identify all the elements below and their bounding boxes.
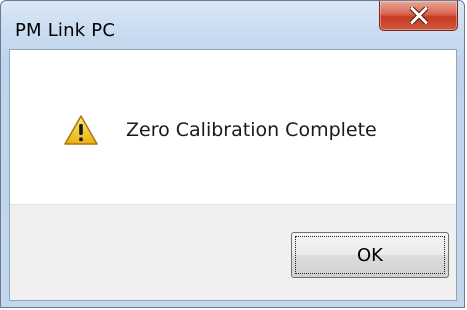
window-title: PM Link PC — [15, 20, 116, 41]
button-area: OK — [10, 204, 456, 300]
close-icon — [410, 7, 428, 24]
ok-button[interactable]: OK — [291, 232, 449, 278]
message-box-window: PM Link PC Zero Calibration Complete OK — [0, 0, 465, 308]
title-bar[interactable]: PM Link PC — [1, 1, 464, 49]
dialog-client-area: Zero Calibration Complete OK — [9, 49, 457, 301]
warning-icon — [64, 115, 98, 145]
ok-button-label: OK — [357, 244, 383, 266]
close-button[interactable] — [379, 1, 458, 31]
message-area: Zero Calibration Complete — [10, 50, 456, 204]
message-text: Zero Calibration Complete — [126, 119, 377, 141]
